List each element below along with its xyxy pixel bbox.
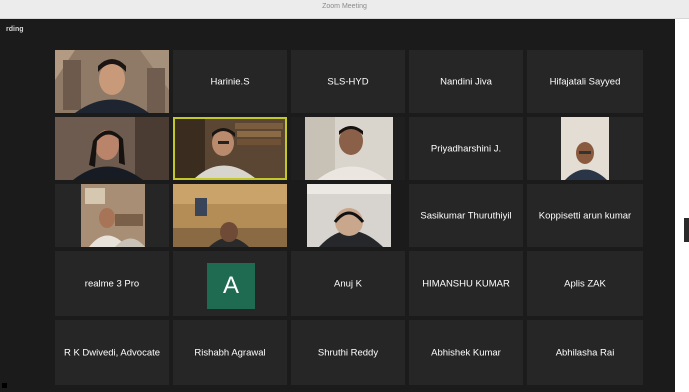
- participant-tile-video-11[interactable]: [55, 184, 169, 247]
- recording-indicator: rding: [6, 26, 24, 33]
- participant-tile-17[interactable]: A: [173, 251, 287, 316]
- page-mark: [2, 383, 7, 388]
- participant-video-10: [527, 117, 643, 180]
- participant-tile-video-10[interactable]: [527, 117, 643, 180]
- window-title: Zoom Meeting: [322, 3, 367, 10]
- participant-tile-5[interactable]: Hifajatali Sayyed: [527, 50, 643, 113]
- participant-tile-18[interactable]: Anuj K: [291, 251, 405, 316]
- participant-video-6: [55, 117, 169, 180]
- participant-video-8: [291, 117, 405, 180]
- window-title-bar: Zoom Meeting: [0, 0, 689, 19]
- participant-tile-24[interactable]: Abhishek Kumar: [409, 320, 523, 385]
- participant-tile-4[interactable]: Nandini Jiva: [409, 50, 523, 113]
- participant-name: Sasikumar Thuruthiyil: [420, 210, 512, 221]
- participant-tile-21[interactable]: R K Dwivedi, Advocate: [55, 320, 169, 385]
- participant-tile-14[interactable]: Sasikumar Thuruthiyil: [409, 184, 523, 247]
- participant-video-12: [173, 184, 287, 247]
- participant-name: Shruthi Reddy: [317, 347, 379, 358]
- participant-name: Abhishek Kumar: [431, 347, 501, 358]
- participant-tile-15[interactable]: Koppisetti arun kumar: [527, 184, 643, 247]
- participant-tile-2[interactable]: Harinie.S: [173, 50, 287, 113]
- participant-name: Aplis ZAK: [564, 278, 606, 289]
- participant-tile-25[interactable]: Abhilasha Rai: [527, 320, 643, 385]
- participant-tile-22[interactable]: Rishabh Agrawal: [173, 320, 287, 385]
- participant-name: Nandini Jiva: [440, 76, 492, 87]
- participant-name: HIMANSHU KUMAR: [422, 278, 510, 289]
- participant-tile-video-1[interactable]: [55, 50, 169, 113]
- participant-tile-video-12[interactable]: [173, 184, 287, 247]
- participant-name: SLS-HYD: [327, 76, 369, 87]
- participant-name: Priyadharshini J.: [430, 143, 502, 154]
- participant-name: Hifajatali Sayyed: [549, 76, 621, 87]
- participant-tile-23[interactable]: Shruthi Reddy: [291, 320, 405, 385]
- participant-video-11: [55, 184, 169, 247]
- participant-name: Harinie.S: [210, 76, 250, 87]
- participant-tile-9[interactable]: Priyadharshini J.: [409, 117, 523, 180]
- participant-name: Koppisetti arun kumar: [538, 210, 632, 221]
- participant-tile-video-13[interactable]: [291, 184, 405, 247]
- participant-tile-16[interactable]: realme 3 Pro: [55, 251, 169, 316]
- participant-tile-19[interactable]: HIMANSHU KUMAR: [409, 251, 523, 316]
- participant-tile-3[interactable]: SLS-HYD: [291, 50, 405, 113]
- participant-name: realme 3 Pro: [84, 278, 140, 289]
- participant-name: Anuj K: [334, 278, 362, 289]
- participant-video-13: [291, 184, 405, 247]
- participant-video-1: [55, 50, 169, 113]
- participant-name: Rishabh Agrawal: [194, 347, 266, 358]
- participant-name: R K Dwivedi, Advocate: [63, 347, 161, 358]
- window-edge: [675, 19, 689, 392]
- participant-tile-20[interactable]: Aplis ZAK: [527, 251, 643, 316]
- participant-name: Abhilasha Rai: [555, 347, 615, 358]
- side-panel-handle[interactable]: [684, 218, 689, 242]
- participant-tile-video-6[interactable]: [55, 117, 169, 180]
- participant-tile-active-speaker[interactable]: [173, 117, 287, 180]
- participant-tile-video-8[interactable]: [291, 117, 405, 180]
- participant-video-7: [175, 119, 285, 178]
- participant-avatar: A: [207, 263, 255, 309]
